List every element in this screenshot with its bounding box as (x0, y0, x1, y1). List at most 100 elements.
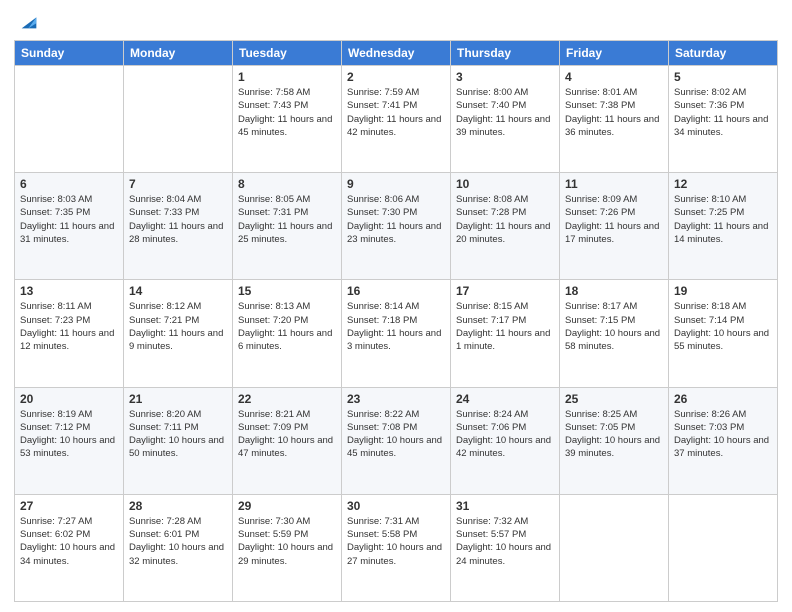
day-number: 8 (238, 177, 336, 191)
day-cell: 19 Sunrise: 8:18 AMSunset: 7:14 PMDayligh… (669, 280, 778, 387)
day-cell: 14Sunrise: 8:12 AMSunset: 7:21 PMDayligh… (124, 280, 233, 387)
day-cell: 18 Sunrise: 8:17 AMSunset: 7:15 PMDayligh… (560, 280, 669, 387)
day-detail: Sunrise: 8:12 AMSunset: 7:21 PMDaylight:… (129, 300, 227, 353)
week-row-4: 20Sunrise: 8:19 AMSunset: 7:12 PMDayligh… (15, 387, 778, 494)
day-cell: 15Sunrise: 8:13 AMSunset: 7:20 PMDayligh… (233, 280, 342, 387)
day-detail: Sunrise: 7:59 AMSunset: 7:41 PMDaylight:… (347, 86, 445, 139)
day-detail: Sunrise: 8:06 AMSunset: 7:30 PMDaylight:… (347, 193, 445, 246)
day-cell: 23 Sunrise: 8:22 AMSunset: 7:08 PMDayligh… (342, 387, 451, 494)
day-number: 9 (347, 177, 445, 191)
day-cell: 2Sunrise: 7:59 AMSunset: 7:41 PMDaylight… (342, 66, 451, 173)
day-detail: Sunrise: 8:00 AMSunset: 7:40 PMDaylight:… (456, 86, 554, 139)
day-cell: 10 Sunrise: 8:08 AMSunset: 7:28 PMDayligh… (451, 173, 560, 280)
day-detail: Sunrise: 7:30 AMSunset: 5:59 PMDaylight:… (238, 515, 336, 568)
day-detail: Sunrise: 8:17 AMSunset: 7:15 PMDaylight:… (565, 300, 663, 353)
day-cell: 11 Sunrise: 8:09 AMSunset: 7:26 PMDayligh… (560, 173, 669, 280)
day-cell: 22 Sunrise: 8:21 AMSunset: 7:09 PMDayligh… (233, 387, 342, 494)
day-number: 22 (238, 392, 336, 406)
day-cell: 29 Sunrise: 7:30 AMSunset: 5:59 PMDayligh… (233, 494, 342, 601)
day-cell: 5 Sunrise: 8:02 AMSunset: 7:36 PMDaylight… (669, 66, 778, 173)
day-number: 20 (20, 392, 118, 406)
day-cell: 6Sunrise: 8:03 AMSunset: 7:35 PMDaylight… (15, 173, 124, 280)
header (14, 10, 778, 32)
day-cell: 4 Sunrise: 8:01 AMSunset: 7:38 PMDaylight… (560, 66, 669, 173)
day-cell (15, 66, 124, 173)
day-detail: Sunrise: 7:27 AMSunset: 6:02 PMDaylight:… (20, 515, 118, 568)
day-cell: 21 Sunrise: 8:20 AMSunset: 7:11 PMDayligh… (124, 387, 233, 494)
calendar-table: SundayMondayTuesdayWednesdayThursdayFrid… (14, 40, 778, 602)
day-number: 19 (674, 284, 772, 298)
day-detail: Sunrise: 8:01 AMSunset: 7:38 PMDaylight:… (565, 86, 663, 139)
day-detail: Sunrise: 8:10 AMSunset: 7:25 PMDaylight:… (674, 193, 772, 246)
day-detail: Sunrise: 7:31 AMSunset: 5:58 PMDaylight:… (347, 515, 445, 568)
week-row-1: 1 Sunrise: 7:58 AMSunset: 7:43 PMDaylight… (15, 66, 778, 173)
day-detail: Sunrise: 8:21 AMSunset: 7:09 PMDaylight:… (238, 408, 336, 461)
day-number: 15 (238, 284, 336, 298)
week-row-3: 13 Sunrise: 8:11 AMSunset: 7:23 PMDayligh… (15, 280, 778, 387)
day-number: 26 (674, 392, 772, 406)
day-number: 16 (347, 284, 445, 298)
day-detail: Sunrise: 8:02 AMSunset: 7:36 PMDaylight:… (674, 86, 772, 139)
day-number: 3 (456, 70, 554, 84)
day-number: 18 (565, 284, 663, 298)
day-detail: Sunrise: 8:24 AMSunset: 7:06 PMDaylight:… (456, 408, 554, 461)
day-cell: 26 Sunrise: 8:26 AMSunset: 7:03 PMDayligh… (669, 387, 778, 494)
day-cell: 12 Sunrise: 8:10 AMSunset: 7:25 PMDayligh… (669, 173, 778, 280)
day-number: 23 (347, 392, 445, 406)
day-number: 11 (565, 177, 663, 191)
day-number: 1 (238, 70, 336, 84)
day-detail: Sunrise: 8:05 AMSunset: 7:31 PMDaylight:… (238, 193, 336, 246)
header-row: SundayMondayTuesdayWednesdayThursdayFrid… (15, 41, 778, 66)
day-detail: Sunrise: 8:04 AMSunset: 7:33 PMDaylight:… (129, 193, 227, 246)
day-cell: 3 Sunrise: 8:00 AMSunset: 7:40 PMDaylight… (451, 66, 560, 173)
day-detail: Sunrise: 8:25 AMSunset: 7:05 PMDaylight:… (565, 408, 663, 461)
day-number: 29 (238, 499, 336, 513)
day-cell: 25 Sunrise: 8:25 AMSunset: 7:05 PMDayligh… (560, 387, 669, 494)
logo (14, 10, 40, 32)
day-detail: Sunrise: 7:28 AMSunset: 6:01 PMDaylight:… (129, 515, 227, 568)
day-cell: 13 Sunrise: 8:11 AMSunset: 7:23 PMDayligh… (15, 280, 124, 387)
day-number: 10 (456, 177, 554, 191)
header-cell-wednesday: Wednesday (342, 41, 451, 66)
day-detail: Sunrise: 8:26 AMSunset: 7:03 PMDaylight:… (674, 408, 772, 461)
header-cell-tuesday: Tuesday (233, 41, 342, 66)
day-cell: 8 Sunrise: 8:05 AMSunset: 7:31 PMDaylight… (233, 173, 342, 280)
day-number: 12 (674, 177, 772, 191)
day-cell: 9 Sunrise: 8:06 AMSunset: 7:30 PMDaylight… (342, 173, 451, 280)
day-detail: Sunrise: 8:09 AMSunset: 7:26 PMDaylight:… (565, 193, 663, 246)
day-cell: 27 Sunrise: 7:27 AMSunset: 6:02 PMDayligh… (15, 494, 124, 601)
day-cell (124, 66, 233, 173)
day-number: 30 (347, 499, 445, 513)
day-detail: Sunrise: 8:18 AMSunset: 7:14 PMDaylight:… (674, 300, 772, 353)
day-detail: Sunrise: 8:11 AMSunset: 7:23 PMDaylight:… (20, 300, 118, 353)
header-cell-sunday: Sunday (15, 41, 124, 66)
header-cell-friday: Friday (560, 41, 669, 66)
day-cell: 16Sunrise: 8:14 AMSunset: 7:18 PMDayligh… (342, 280, 451, 387)
day-number: 24 (456, 392, 554, 406)
page: SundayMondayTuesdayWednesdayThursdayFrid… (0, 0, 792, 612)
day-number: 13 (20, 284, 118, 298)
day-number: 17 (456, 284, 554, 298)
day-detail: Sunrise: 8:22 AMSunset: 7:08 PMDaylight:… (347, 408, 445, 461)
day-number: 21 (129, 392, 227, 406)
week-row-5: 27 Sunrise: 7:27 AMSunset: 6:02 PMDayligh… (15, 494, 778, 601)
day-number: 7 (129, 177, 227, 191)
day-number: 5 (674, 70, 772, 84)
day-detail: Sunrise: 8:08 AMSunset: 7:28 PMDaylight:… (456, 193, 554, 246)
day-cell: 20Sunrise: 8:19 AMSunset: 7:12 PMDayligh… (15, 387, 124, 494)
day-detail: Sunrise: 8:20 AMSunset: 7:11 PMDaylight:… (129, 408, 227, 461)
day-cell (669, 494, 778, 601)
day-cell (560, 494, 669, 601)
day-number: 25 (565, 392, 663, 406)
day-detail: Sunrise: 8:15 AMSunset: 7:17 PMDaylight:… (456, 300, 554, 353)
day-number: 27 (20, 499, 118, 513)
day-number: 4 (565, 70, 663, 84)
day-cell: 30 Sunrise: 7:31 AMSunset: 5:58 PMDayligh… (342, 494, 451, 601)
day-detail: Sunrise: 7:58 AMSunset: 7:43 PMDaylight:… (238, 86, 336, 139)
day-cell: 1 Sunrise: 7:58 AMSunset: 7:43 PMDaylight… (233, 66, 342, 173)
logo-icon (18, 10, 40, 32)
day-cell: 28 Sunrise: 7:28 AMSunset: 6:01 PMDayligh… (124, 494, 233, 601)
day-number: 28 (129, 499, 227, 513)
day-number: 6 (20, 177, 118, 191)
day-detail: Sunrise: 7:32 AMSunset: 5:57 PMDaylight:… (456, 515, 554, 568)
